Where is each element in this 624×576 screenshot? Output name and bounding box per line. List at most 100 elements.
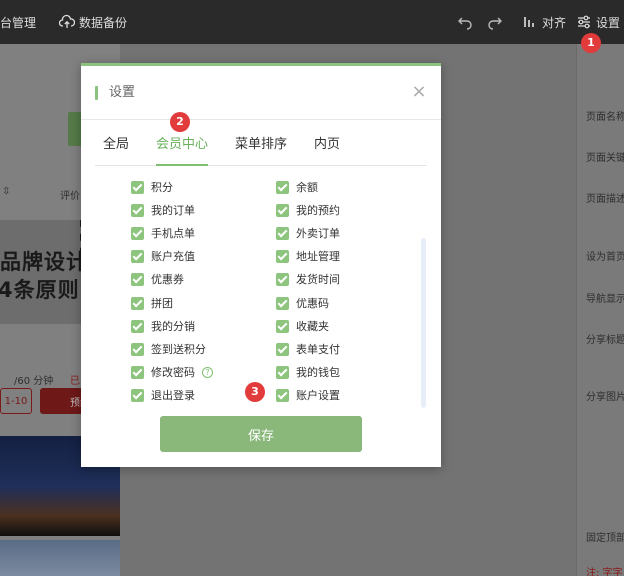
annotation-badge-1: 1: [581, 33, 601, 53]
tab-menu-sort[interactable]: 菜单排序: [235, 126, 287, 166]
right-panel-label: 固定顶部: [586, 533, 624, 544]
option-delivery-time[interactable]: 发货时间: [276, 270, 340, 288]
option-label: 账户充值: [151, 250, 195, 263]
duration-text: /60 分钟: [14, 376, 54, 387]
option-address-manage[interactable]: 地址管理: [276, 247, 340, 265]
modal-tabs: 全局 会员中心 菜单排序 内页: [95, 126, 427, 166]
checkbox-checked[interactable]: [131, 296, 144, 310]
modal-title: 设置: [109, 85, 136, 100]
option-group-buy[interactable]: 拼团: [131, 294, 173, 312]
checkbox-checked[interactable]: [276, 203, 289, 217]
title-accent-bar: [95, 86, 98, 100]
option-takeout-orders[interactable]: 外卖订单: [276, 224, 340, 242]
option-favorites[interactable]: 收藏夹: [276, 317, 329, 335]
option-checkin-points[interactable]: 签到送积分: [131, 340, 206, 358]
option-coupons[interactable]: 优惠券: [131, 270, 184, 288]
checkbox-checked[interactable]: [276, 342, 289, 356]
option-account-settings[interactable]: 账户设置: [276, 386, 340, 404]
right-panel-label: 设为首页: [586, 252, 624, 263]
toolbar-item-label: 台管理: [0, 15, 37, 30]
toolbar-item-platform-manage[interactable]: 台管理: [0, 0, 36, 44]
tab-member-center[interactable]: 会员中心: [156, 126, 209, 166]
checkbox-checked[interactable]: [276, 319, 289, 333]
checkbox-checked[interactable]: [131, 365, 144, 379]
undo-button[interactable]: [457, 0, 473, 44]
right-panel-label: 导航显示: [586, 294, 624, 305]
option-label: 我的分销: [151, 320, 195, 333]
checkbox-checked[interactable]: [276, 296, 289, 310]
option-points[interactable]: 积分: [131, 178, 173, 196]
background-right-panel: [576, 44, 624, 576]
option-my-wallet[interactable]: 我的钱包: [276, 363, 340, 381]
option-my-orders[interactable]: 我的订单: [131, 201, 195, 219]
toolbar-item-data-backup[interactable]: 数据备份: [59, 0, 127, 44]
checkbox-checked[interactable]: [131, 272, 144, 286]
option-my-distribution[interactable]: 我的分销: [131, 317, 195, 335]
right-panel-label: 分享图片: [586, 392, 624, 403]
top-toolbar: 台管理 数据备份 对齐 设置: [0, 0, 624, 44]
poster-line-1: 品牌设计: [0, 250, 88, 274]
option-label: 优惠码: [296, 297, 329, 310]
checkbox-checked[interactable]: [276, 180, 289, 194]
option-label: 修改密码: [151, 366, 195, 379]
background-photo-sky: [0, 540, 120, 576]
option-promo-code[interactable]: 优惠码: [276, 294, 329, 312]
option-change-password[interactable]: 修改密码?: [131, 363, 213, 381]
align-label: 对齐: [542, 15, 567, 30]
checkbox-checked[interactable]: [131, 388, 144, 402]
right-panel-label: 页面关键: [586, 153, 624, 164]
option-label: 地址管理: [296, 250, 340, 263]
option-label: 优惠券: [151, 273, 184, 286]
checkbox-checked[interactable]: [131, 319, 144, 333]
option-label: 签到送积分: [151, 343, 206, 356]
option-label: 发货时间: [296, 273, 340, 286]
option-label: 外卖订单: [296, 227, 340, 240]
right-panel-note: 注: 字字: [586, 568, 623, 576]
checkbox-checked[interactable]: [276, 388, 289, 402]
right-panel-label: 页面描述: [586, 194, 624, 205]
settings-modal: 设置 × 全局 会员中心 菜单排序 内页 积分 我的订单 手机点单 账户充值 优…: [81, 63, 441, 467]
option-my-reservations[interactable]: 我的预约: [276, 201, 340, 219]
redo-icon: [488, 17, 502, 30]
option-label: 我的钱包: [296, 366, 340, 379]
redo-button[interactable]: [487, 0, 503, 44]
checkbox-checked[interactable]: [276, 249, 289, 263]
option-label: 退出登录: [151, 389, 195, 402]
sort-chevron-icon: ⇳: [2, 186, 11, 197]
status-text: 已: [70, 376, 80, 387]
checkbox-checked[interactable]: [131, 203, 144, 217]
checkbox-checked[interactable]: [276, 272, 289, 286]
option-label: 拼团: [151, 297, 173, 310]
toolbar-item-label: 数据备份: [79, 15, 128, 30]
background-button-1-label: 1-10: [4, 395, 28, 407]
checkbox-checked[interactable]: [131, 226, 144, 240]
align-icon: [524, 17, 534, 27]
options-scrollbar[interactable]: [421, 238, 426, 408]
cloud-upload-icon: [59, 14, 75, 28]
option-balance[interactable]: 余额: [276, 178, 318, 196]
checkbox-checked[interactable]: [131, 249, 144, 263]
modal-header: 设置 ×: [81, 66, 441, 120]
checkbox-checked[interactable]: [131, 342, 144, 356]
tab-global[interactable]: 全局: [103, 126, 129, 166]
close-icon[interactable]: ×: [411, 83, 427, 101]
checkbox-checked[interactable]: [131, 180, 144, 194]
checkbox-checked[interactable]: [276, 226, 289, 240]
option-logout[interactable]: 退出登录: [131, 386, 195, 404]
help-icon[interactable]: ?: [202, 366, 213, 378]
settings-label: 设置: [596, 15, 621, 30]
option-account-recharge[interactable]: 账户充值: [131, 247, 195, 265]
background-green-widget: [68, 112, 82, 146]
right-panel-label: 页面名称: [586, 112, 624, 123]
option-form-payment[interactable]: 表单支付: [276, 340, 340, 358]
option-label: 我的订单: [151, 204, 195, 217]
option-label: 账户设置: [296, 389, 340, 402]
checkbox-checked[interactable]: [276, 365, 289, 379]
option-mobile-order[interactable]: 手机点单: [131, 224, 195, 242]
sliders-icon: [578, 15, 590, 29]
tab-inner-page[interactable]: 内页: [314, 126, 340, 166]
save-button[interactable]: 保存: [160, 416, 362, 452]
align-button[interactable]: 对齐: [522, 0, 566, 44]
sort-label: 评价: [60, 191, 80, 202]
member-center-options: 积分 我的订单 手机点单 账户充值 优惠券 拼团 我的分销 签到送积分 修改密码…: [131, 178, 421, 410]
